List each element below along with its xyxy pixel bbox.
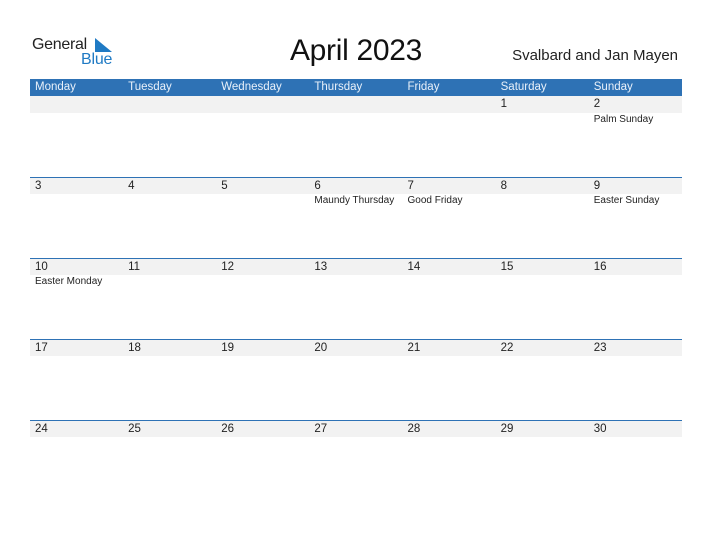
holiday-label bbox=[496, 113, 589, 127]
holiday-label: Palm Sunday bbox=[593, 114, 654, 125]
region-label: Svalbard and Jan Mayen bbox=[512, 47, 678, 64]
day-number: 5 bbox=[221, 180, 228, 192]
day-number-strip: 24 25 26 27 28 29 30 bbox=[30, 421, 682, 437]
week-row: 10 11 12 13 14 15 16 Easter Monday bbox=[30, 258, 682, 339]
day-number: 24 bbox=[35, 423, 48, 435]
day-number: 1 bbox=[500, 98, 508, 110]
holiday-label bbox=[30, 113, 123, 127]
day-number-strip: 10 11 12 13 14 15 16 bbox=[30, 259, 682, 275]
holiday-label bbox=[216, 113, 309, 127]
week-row: 3 4 5 6 7 8 9 Maundy Thursday Good Friday Easter … bbox=[30, 177, 682, 258]
day-number: 16 bbox=[593, 261, 607, 273]
weekday-tuesday: Tuesday bbox=[128, 81, 172, 93]
day-number bbox=[123, 96, 216, 113]
day-number: 28 bbox=[407, 423, 421, 435]
holiday-label: Easter Sunday bbox=[593, 194, 660, 206]
week-row: 1 2 Palm Sunday bbox=[30, 96, 682, 177]
weekday-sunday: Sunday bbox=[593, 81, 633, 93]
holiday-label bbox=[216, 194, 309, 208]
day-number: 4 bbox=[128, 180, 135, 192]
day-number-strip: 3 4 5 6 7 8 9 bbox=[30, 178, 682, 194]
weekday-friday: Friday bbox=[407, 81, 440, 93]
weekday-thursday: Thursday bbox=[314, 81, 363, 93]
holiday-label: Maundy Thursday bbox=[314, 194, 395, 206]
day-number bbox=[309, 96, 402, 113]
week-row: 17 18 19 20 21 22 23 bbox=[30, 339, 682, 420]
holiday-row: Easter Monday bbox=[30, 275, 682, 289]
holiday-label bbox=[123, 194, 216, 208]
week-row: 24 25 26 27 28 29 30 bbox=[30, 420, 682, 501]
holiday-row: Maundy Thursday Good Friday Easter Sunday bbox=[30, 194, 682, 208]
day-number: 21 bbox=[407, 342, 421, 354]
day-number: 17 bbox=[35, 342, 48, 354]
weekday-saturday: Saturday bbox=[500, 81, 547, 93]
holiday-label bbox=[403, 275, 496, 289]
day-number: 15 bbox=[500, 261, 514, 273]
day-number: 6 bbox=[314, 180, 321, 192]
weekday-wednesday: Wednesday bbox=[221, 81, 282, 93]
day-number: 26 bbox=[221, 423, 235, 435]
holiday-label bbox=[123, 275, 216, 289]
holiday-label: Easter Monday bbox=[35, 275, 103, 287]
day-number bbox=[216, 96, 309, 113]
weekday-monday: Monday bbox=[35, 81, 76, 93]
day-number: 27 bbox=[314, 423, 328, 435]
day-number: 14 bbox=[407, 261, 421, 273]
day-number: 8 bbox=[500, 180, 508, 192]
day-number: 22 bbox=[500, 342, 514, 354]
holiday-row: Palm Sunday bbox=[30, 113, 682, 127]
day-number: 3 bbox=[35, 180, 42, 192]
holiday-label bbox=[309, 275, 402, 289]
holiday-label bbox=[496, 194, 589, 208]
day-number: 13 bbox=[314, 261, 328, 273]
holiday-label bbox=[496, 275, 589, 289]
holiday-label bbox=[30, 194, 123, 208]
holiday-label: Good Friday bbox=[407, 194, 463, 206]
holiday-label bbox=[403, 113, 496, 127]
day-number: 20 bbox=[314, 342, 328, 354]
day-number-strip: 12 bbox=[30, 96, 682, 113]
day-number: 12 bbox=[221, 261, 235, 273]
day-number: 23 bbox=[593, 342, 607, 354]
day-number: 18 bbox=[128, 342, 141, 354]
weekday-header: Monday Tuesday Wednesday Thursday Friday… bbox=[30, 79, 682, 96]
day-number-strip: 17 18 19 20 21 22 23 bbox=[30, 340, 682, 356]
day-number: 29 bbox=[500, 423, 514, 435]
day-number: 19 bbox=[221, 342, 235, 354]
holiday-label bbox=[216, 275, 309, 289]
day-number: 10 bbox=[35, 261, 48, 273]
day-number: 2 bbox=[593, 98, 601, 110]
holiday-label bbox=[309, 113, 402, 127]
day-number: 9 bbox=[593, 180, 601, 192]
holiday-label bbox=[123, 113, 216, 127]
day-number bbox=[403, 96, 496, 113]
day-number: 25 bbox=[128, 423, 141, 435]
day-number: 11 bbox=[128, 261, 141, 273]
calendar-grid: Monday Tuesday Wednesday Thursday Friday… bbox=[30, 79, 682, 501]
day-number bbox=[30, 96, 123, 113]
day-number: 7 bbox=[407, 180, 414, 192]
holiday-label bbox=[589, 275, 682, 289]
day-number: 30 bbox=[593, 423, 607, 435]
